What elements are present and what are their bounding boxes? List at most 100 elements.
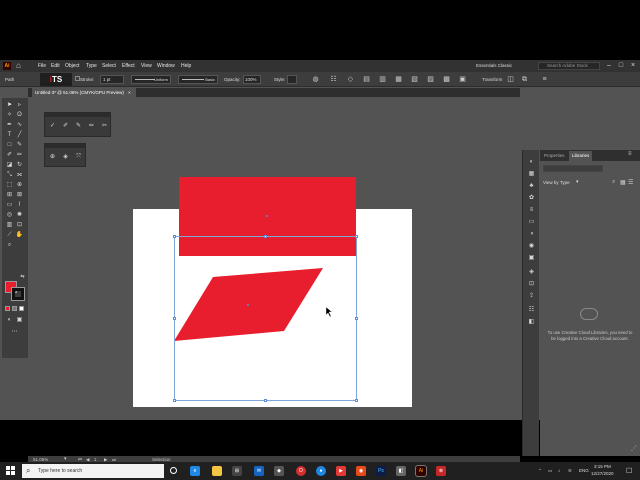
app-icon-4[interactable]: ⊗ — [436, 466, 446, 476]
eyedropper-tool-icon[interactable]: ⌇ — [15, 201, 24, 210]
menu-edit[interactable]: Edit — [51, 61, 60, 71]
magic-wand-tool-icon[interactable]: ✧ — [5, 111, 14, 120]
appearance-panel-icon[interactable]: ◉ — [527, 242, 536, 251]
color-panel-icon[interactable]: ◐ — [527, 158, 536, 167]
panel-grip[interactable] — [45, 113, 110, 117]
resize-handle-top-left[interactable] — [173, 235, 176, 238]
store-icon[interactable]: ⊞ — [232, 466, 242, 476]
menu-effect[interactable]: Effect — [122, 61, 135, 71]
app-icon-3[interactable]: ◧ — [396, 466, 406, 476]
menu-type[interactable]: Type — [86, 61, 97, 71]
shape-builder-variant-icon[interactable]: ⊕ — [48, 153, 57, 162]
volume-icon[interactable]: ♪ — [558, 468, 560, 473]
search-icon[interactable]: ⌕ — [612, 179, 615, 186]
shape-builder-tool-icon[interactable]: ⊕ — [15, 181, 24, 190]
recolor-icon[interactable]: ◍ — [311, 75, 320, 84]
gradient-panel-icon[interactable]: ▭ — [527, 218, 536, 227]
screen-mode-icon[interactable]: ▣ — [15, 316, 24, 325]
network-icon[interactable]: ▭ — [548, 468, 552, 474]
none-mode-icon[interactable] — [19, 306, 24, 311]
scissors-tool-icon[interactable]: ✂ — [100, 122, 109, 131]
chevron-down-icon[interactable]: ▾ — [576, 179, 579, 185]
tab-libraries[interactable]: Libraries — [569, 151, 593, 161]
color-mode-icon[interactable] — [5, 306, 10, 311]
language-indicator[interactable]: ENG — [579, 468, 589, 473]
menu-object[interactable]: Object — [65, 61, 79, 71]
arrange-icon[interactable]: ⧉ — [520, 75, 529, 84]
eraser-tool-icon[interactable]: ◪ — [5, 161, 14, 170]
file-explorer-icon[interactable] — [212, 466, 222, 476]
resize-handle-bottom-left[interactable] — [173, 399, 176, 402]
direct-selection-tool-icon[interactable]: ▹ — [15, 101, 24, 110]
rotate-tool-icon[interactable]: ↻ — [15, 161, 24, 170]
selection-tool-icon[interactable]: ➤ — [5, 101, 14, 110]
shape-icon[interactable]: ◇ — [346, 75, 355, 84]
rectangle-tool-icon[interactable]: □ — [5, 141, 14, 150]
maximize-icon[interactable]: □ — [616, 61, 626, 71]
app-icon-1[interactable]: ◆ — [274, 466, 284, 476]
align-left-icon[interactable]: ▤ — [362, 75, 371, 84]
line-tool-icon[interactable]: ╱ — [15, 131, 24, 140]
taskbar-search-box[interactable]: Type here to search — [22, 464, 164, 478]
cortana-icon[interactable] — [170, 467, 177, 474]
opacity-field[interactable]: 100% — [243, 75, 261, 84]
gradient-mode-icon[interactable] — [12, 306, 17, 311]
chrome-icon[interactable]: ● — [316, 466, 326, 476]
grid-view-icon[interactable]: ▦ — [620, 179, 626, 186]
list-view-icon[interactable]: ☰ — [628, 179, 633, 186]
resize-handle-top[interactable] — [264, 235, 267, 238]
photoshop-icon[interactable]: Ps — [376, 466, 386, 476]
edge-icon[interactable]: e — [190, 466, 200, 476]
clock-time[interactable]: 3:15 PM — [594, 464, 611, 469]
minimize-icon[interactable]: – — [604, 61, 614, 71]
symbol-sprayer-tool-icon[interactable]: ✺ — [15, 211, 24, 220]
swap-colors-icon[interactable]: ⇆ — [18, 273, 27, 282]
scale-tool-icon[interactable]: ⤡ — [5, 171, 14, 180]
clock-date[interactable]: 12/27/2020 — [591, 471, 614, 476]
shaper-tool-icon[interactable]: ✐ — [5, 151, 14, 160]
align-middle-icon[interactable]: ▨ — [426, 75, 435, 84]
blend-tool-icon[interactable]: ◎ — [5, 211, 14, 220]
artboard-tool-icon[interactable]: ⊡ — [15, 221, 24, 230]
stroke-color-swatch[interactable] — [11, 287, 25, 301]
smooth-tool-icon[interactable]: ✐ — [61, 122, 70, 131]
opera-icon[interactable]: O — [296, 466, 306, 476]
transparency-panel-icon[interactable]: ◑ — [527, 230, 536, 239]
align-panel-icon[interactable]: ☷ — [527, 306, 536, 315]
type-tool-icon[interactable]: T — [5, 131, 14, 140]
menu-file[interactable]: File — [38, 61, 46, 71]
menu-window[interactable]: Window — [157, 61, 175, 71]
layers-panel-icon[interactable]: ◈ — [527, 268, 536, 277]
align-top-icon[interactable]: ▧ — [410, 75, 419, 84]
live-paint-selection-icon[interactable]: ⤧ — [74, 153, 83, 162]
hand-tool-icon[interactable]: ✋ — [15, 231, 24, 240]
isolate-icon[interactable]: ◫ — [506, 75, 515, 84]
resize-handle-top-right[interactable] — [355, 235, 358, 238]
free-transform-tool-icon[interactable]: ⬚ — [5, 181, 14, 190]
color-guide-icon[interactable]: ▦ — [527, 170, 536, 179]
stroke-panel-icon[interactable]: ≡ — [527, 206, 536, 215]
menu-help[interactable]: Help — [181, 61, 191, 71]
perspective-grid-tool-icon[interactable]: ⊞ — [5, 191, 14, 200]
illustrator-taskbar-icon[interactable]: Ai — [415, 465, 427, 477]
align-right-icon[interactable]: ▦ — [394, 75, 403, 84]
pencil-variant-icon[interactable]: ✓ — [48, 122, 57, 131]
resize-handle-bottom[interactable] — [264, 399, 267, 402]
tray-chevron-icon[interactable]: ⌃ — [538, 468, 542, 474]
transform-link[interactable]: Transform — [482, 76, 502, 84]
youtube-icon[interactable]: ▶ — [336, 466, 346, 476]
resize-grip-icon[interactable]: ⋰ — [631, 445, 637, 452]
variable-width-profile[interactable]: Uniform — [131, 75, 171, 84]
notification-icon[interactable]: ☐ — [626, 467, 632, 475]
resize-handle-right[interactable] — [355, 317, 358, 320]
workspace-switcher[interactable]: Essentials Classic — [476, 62, 516, 70]
gradient-tool-icon[interactable]: ▭ — [5, 201, 14, 210]
resize-handle-bottom-right[interactable] — [355, 399, 358, 402]
app-icon-2[interactable]: ◉ — [356, 466, 366, 476]
join-tool-icon[interactable]: ✏ — [87, 122, 96, 131]
artboards-panel-icon[interactable]: ⊡ — [527, 280, 536, 289]
align-center-icon[interactable]: ▥ — [378, 75, 387, 84]
graph-tool-icon[interactable]: ▥ — [5, 221, 14, 230]
brush-definition[interactable]: Basic — [178, 75, 218, 84]
view-by-type-dropdown[interactable]: View by Type — [543, 180, 570, 185]
